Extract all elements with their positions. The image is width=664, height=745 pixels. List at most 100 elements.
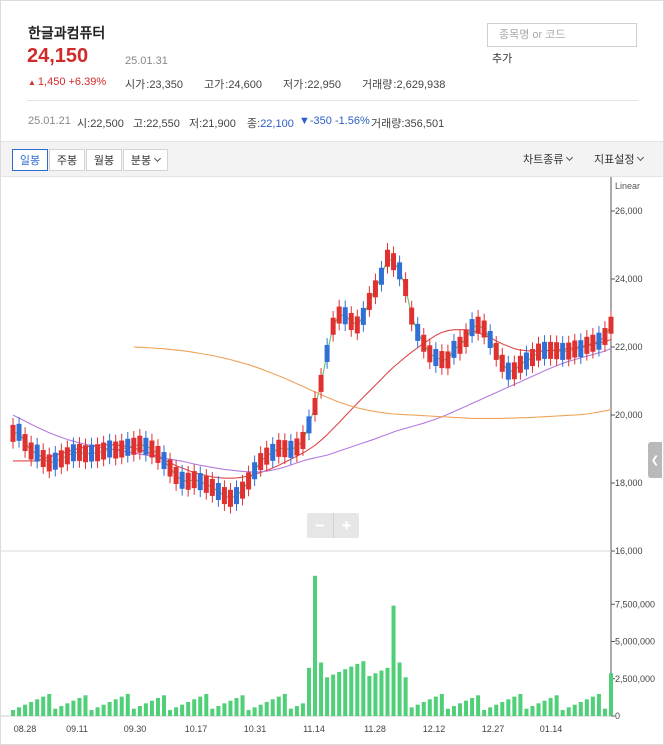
volume-tick-label: 2,500,000 — [615, 674, 655, 684]
hover-volume: 거래량:356,501 — [371, 118, 445, 130]
candle-body — [10, 424, 16, 442]
volume-bar — [210, 708, 215, 716]
hover-low: 저:21,900 — [189, 118, 236, 130]
candle-body — [82, 445, 88, 463]
stock-chart[interactable]: Linear 26,000 24,000 22,000 20,000 18,000 16,0… — [1, 177, 663, 745]
price-tick-label: 22,000 — [615, 342, 643, 352]
volume-bar — [53, 708, 58, 716]
stat-volume: 거래량:2,629,938 — [362, 79, 446, 91]
candle-body — [203, 475, 209, 493]
volume-bar — [131, 708, 136, 716]
volume-bar — [29, 701, 34, 716]
volume-bar — [119, 696, 124, 716]
volume-bar — [445, 708, 450, 716]
candle-body — [40, 450, 46, 468]
stock-name: 한글과컴퓨터 — [28, 25, 106, 41]
candle-body — [221, 487, 227, 505]
volume-bar — [337, 671, 342, 716]
candle-body — [481, 320, 487, 338]
zoom-out-button[interactable]: − — [307, 513, 333, 538]
tab-weekly[interactable]: 주봉 — [49, 149, 85, 171]
candle-body — [590, 334, 596, 352]
volume-bar — [180, 704, 185, 716]
candle-body — [403, 279, 409, 296]
chart-type-menu[interactable]: 차트종류 — [523, 151, 574, 167]
volume-tick-label: 0 — [615, 711, 620, 721]
candle-body — [493, 342, 499, 360]
search-input[interactable] — [488, 24, 636, 46]
volume-bar — [572, 704, 577, 716]
candle-body — [378, 267, 384, 285]
volume-bar — [282, 693, 287, 716]
chevron-down-icon — [637, 153, 645, 162]
volume-bar — [198, 696, 203, 716]
candle-body — [608, 316, 614, 334]
volume-bar — [137, 706, 142, 716]
price-tick-label: 26,000 — [615, 206, 643, 216]
candle-body — [264, 447, 270, 465]
candle-body — [487, 331, 493, 349]
volume-bar — [155, 697, 160, 716]
price-tick-label: 20,000 — [615, 410, 643, 420]
tab-daily[interactable]: 일봉 — [12, 149, 48, 171]
volume-bar — [560, 710, 565, 716]
candle-body — [131, 437, 137, 455]
current-price: 24,150 — [27, 45, 89, 67]
volume-bar — [367, 675, 372, 716]
volume-bar — [23, 704, 28, 716]
candle-body — [529, 349, 535, 367]
volume-tick-label: 7,500,000 — [615, 599, 655, 609]
candle-body — [499, 354, 505, 372]
price-tick-label: 24,000 — [615, 274, 643, 284]
volume-bar — [409, 707, 414, 716]
candle-body — [511, 362, 517, 380]
volume-bar — [536, 703, 541, 716]
volume-bar — [234, 697, 239, 716]
tab-monthly[interactable]: 월봉 — [86, 149, 122, 171]
volume-bar — [482, 710, 487, 716]
ma5-line — [12, 257, 612, 499]
indicator-settings-menu[interactable]: 지표설정 — [594, 151, 645, 167]
candle-body — [143, 437, 149, 455]
candle-body — [240, 481, 246, 499]
candle-body — [542, 341, 548, 359]
candle-body — [288, 440, 294, 458]
volume-bar — [488, 707, 493, 716]
candle-body — [107, 440, 113, 458]
candle-body — [397, 262, 403, 280]
side-panel-toggle[interactable]: ❮ — [648, 442, 662, 478]
hover-close: 종:22,100 — [247, 118, 294, 130]
x-tick-label: 11.14 — [303, 724, 325, 734]
tab-minute[interactable]: 분봉 — [123, 149, 168, 171]
candle-body — [34, 444, 40, 462]
volume-bar — [421, 701, 426, 716]
zoom-in-button[interactable]: + — [333, 513, 359, 538]
candle-body — [270, 443, 276, 461]
volume-bar — [506, 699, 511, 716]
candle-body — [89, 444, 95, 462]
volume-bar — [373, 673, 378, 716]
volume-bar — [476, 695, 481, 716]
candle-body — [517, 355, 523, 373]
candle-body — [475, 316, 481, 334]
volume-bar — [228, 700, 233, 716]
candle-body — [536, 343, 542, 361]
x-tick-label: 08.28 — [14, 724, 37, 734]
volume-bar — [361, 661, 366, 716]
candle-body — [282, 440, 288, 458]
volume-bar — [306, 667, 311, 716]
volume-bar — [325, 677, 330, 716]
volume-bar — [47, 693, 52, 716]
candle-body — [560, 342, 566, 360]
candle-body — [173, 467, 179, 485]
add-button[interactable]: 추가 — [492, 50, 512, 66]
chevron-left-icon: ❮ — [650, 454, 660, 466]
scale-label: Linear — [615, 181, 640, 191]
candle-body — [548, 341, 554, 359]
volume-bar — [11, 710, 15, 716]
candle-body — [215, 483, 221, 500]
volume-bar — [162, 695, 167, 716]
candle-body — [427, 345, 433, 363]
candle-body — [300, 432, 306, 449]
candle-body — [463, 330, 469, 347]
